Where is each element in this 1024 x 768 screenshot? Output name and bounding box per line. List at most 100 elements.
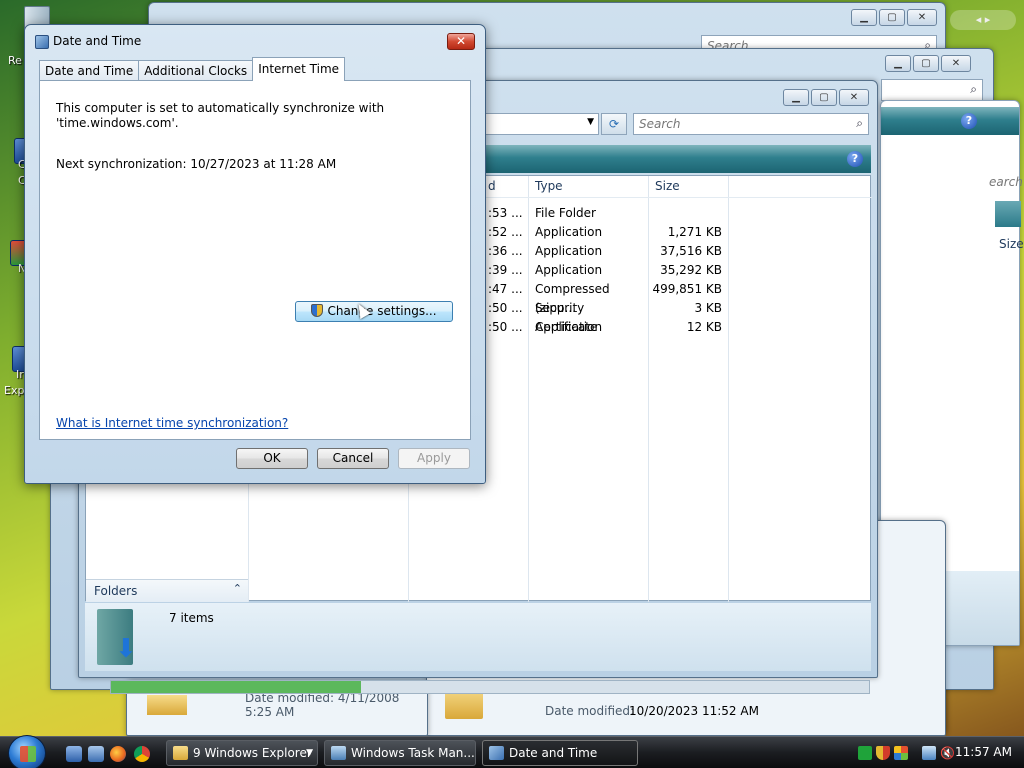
search-partial: earch: [989, 175, 1023, 189]
change-settings-label: Change settings...: [327, 304, 437, 318]
maximize-button[interactable]: ▢: [811, 89, 837, 106]
file-row-type: Application: [535, 263, 603, 277]
nav-pane-strip: [995, 201, 1021, 227]
search-input-2[interactable]: ⌕: [881, 79, 983, 101]
network-activity-icon[interactable]: [858, 746, 872, 760]
taskbar-clock[interactable]: 11:57 AM: [955, 745, 1012, 759]
file-row-type: Compressed (zipp...: [535, 282, 610, 315]
close-button[interactable]: ✕: [941, 55, 971, 72]
size-column-header: Size: [999, 237, 1024, 251]
tab-date-and-time[interactable]: Date and Time: [39, 60, 140, 81]
desktop-label-recycle: Re: [8, 54, 22, 67]
file-row-date: :50 ...: [488, 320, 523, 334]
windows-flag-tray-icon[interactable]: [894, 746, 908, 760]
column-header-type[interactable]: Type: [535, 179, 563, 193]
column-header-size[interactable]: Size: [655, 179, 680, 193]
chrome-icon[interactable]: [134, 746, 150, 762]
item-count: 7 items: [169, 611, 214, 625]
search-placeholder: Search: [639, 117, 681, 131]
help-icon[interactable]: ?: [847, 151, 863, 167]
search-input-main[interactable]: Search ⌕: [633, 113, 869, 135]
sync-status-line-1: This computer is set to automatically sy…: [56, 101, 385, 115]
taskbar: 9 Windows Explorer ▼ Windows Task Man...…: [0, 735, 1024, 768]
minimize-button[interactable]: ▁: [851, 9, 877, 26]
chevron-down-icon: ▼: [306, 748, 313, 758]
clock-icon: [35, 35, 49, 49]
folder-icon: [147, 695, 187, 715]
sync-status-line-2: 'time.windows.com'.: [56, 116, 179, 130]
taskbar-date-time-label: Date and Time: [509, 746, 598, 760]
taskbar-date-and-time[interactable]: Date and Time: [482, 740, 638, 766]
taskbar-task-manager[interactable]: Windows Task Man...: [324, 740, 476, 766]
ok-button[interactable]: OK: [236, 448, 308, 469]
column-header-date[interactable]: d: [488, 179, 496, 193]
close-button[interactable]: ✕: [447, 33, 475, 50]
help-link[interactable]: What is Internet time synchronization?: [56, 416, 288, 430]
folder-icon: [173, 746, 188, 760]
date-and-time-dialog[interactable]: Date and Time ✕ Date and Time Additional…: [24, 24, 486, 484]
search-icon: ⌕: [970, 82, 977, 96]
file-row-size: 1,271 KB: [667, 225, 722, 239]
desktop-label-ie: Ir: [16, 368, 24, 381]
file-row-date: :53 ...: [488, 206, 523, 220]
search-icon: ⌕: [856, 116, 863, 130]
taskbar-windows-explorer-group[interactable]: 9 Windows Explorer ▼: [166, 740, 318, 766]
file-row-date: :52 ...: [488, 225, 523, 239]
maximize-button[interactable]: ▢: [913, 55, 939, 72]
progress-fill: [111, 681, 362, 693]
close-button[interactable]: ✕: [907, 9, 937, 26]
tab-additional-clocks[interactable]: Additional Clocks: [138, 60, 254, 81]
window-controls-2: ▁ ▢ ✕: [885, 55, 971, 72]
folders-pane[interactable]: Folders ⌃: [86, 579, 248, 602]
network-icon[interactable]: [922, 746, 936, 760]
details-pane: ⬇ 7 items: [85, 603, 871, 671]
date-modified-value: 10/20/2023 11:52 AM: [629, 704, 759, 718]
firefox-icon[interactable]: [110, 746, 126, 762]
file-row-size: 37,516 KB: [660, 244, 722, 258]
file-row-type: Security Certificate: [535, 301, 598, 334]
file-row-type: File Folder: [535, 206, 596, 220]
folder-download-icon: ⬇: [97, 609, 137, 665]
maximize-button[interactable]: ▢: [879, 9, 905, 26]
refresh-button[interactable]: ⟳: [601, 113, 627, 135]
window-controls-main: ▁ ▢ ✕: [783, 89, 869, 106]
tab-internet-time[interactable]: Internet Time: [252, 57, 346, 81]
file-row-size: [648, 204, 722, 223]
close-button[interactable]: ✕: [839, 89, 869, 106]
file-row-type: Application: [535, 225, 603, 239]
file-row-type: Application: [535, 244, 603, 258]
clock-icon: [489, 746, 504, 760]
file-row-date: :50 ...: [488, 301, 523, 315]
file-row-size: 499,851 KB: [652, 282, 722, 296]
nav-arrows: ◂ ▸: [950, 10, 1016, 30]
file-row-type: Application: [535, 320, 603, 334]
show-desktop-icon[interactable]: [66, 746, 82, 762]
windows-logo-icon: [20, 746, 36, 762]
address-bar[interactable]: ▼: [479, 113, 599, 135]
dialog-title: Date and Time: [53, 34, 142, 48]
file-row-size: 3 KB: [694, 301, 722, 315]
progress-bar: [110, 680, 870, 694]
switch-windows-icon[interactable]: [88, 746, 104, 762]
minimize-button[interactable]: ▁: [783, 89, 809, 106]
security-shield-icon[interactable]: [876, 746, 890, 760]
task-manager-icon: [331, 746, 346, 760]
folders-label: Folders: [94, 584, 138, 598]
next-sync-text: Next synchronization: 10/27/2023 at 11:2…: [56, 157, 337, 171]
tab-strip: Date and Time Additional Clocks Internet…: [39, 57, 346, 81]
file-row-date: :36 ...: [488, 244, 523, 258]
taskbar-explorer-label: 9 Windows Explorer: [193, 746, 312, 760]
cancel-button[interactable]: Cancel: [317, 448, 389, 469]
start-button[interactable]: [8, 735, 46, 768]
file-row-date: :39 ...: [488, 263, 523, 277]
chevron-down-icon[interactable]: ▼: [587, 117, 594, 127]
apply-button[interactable]: Apply: [398, 448, 470, 469]
change-settings-button[interactable]: Change settings...: [295, 301, 453, 322]
chevron-up-icon[interactable]: ⌃: [233, 582, 242, 595]
date-modified-label: Date modified:: [545, 704, 635, 718]
file-row-size: 12 KB: [686, 320, 722, 334]
volume-muted-icon[interactable]: 🔇: [940, 746, 955, 760]
help-icon[interactable]: ?: [961, 113, 977, 129]
minimize-button[interactable]: ▁: [885, 55, 911, 72]
taskbar-task-manager-label: Windows Task Man...: [351, 746, 475, 760]
